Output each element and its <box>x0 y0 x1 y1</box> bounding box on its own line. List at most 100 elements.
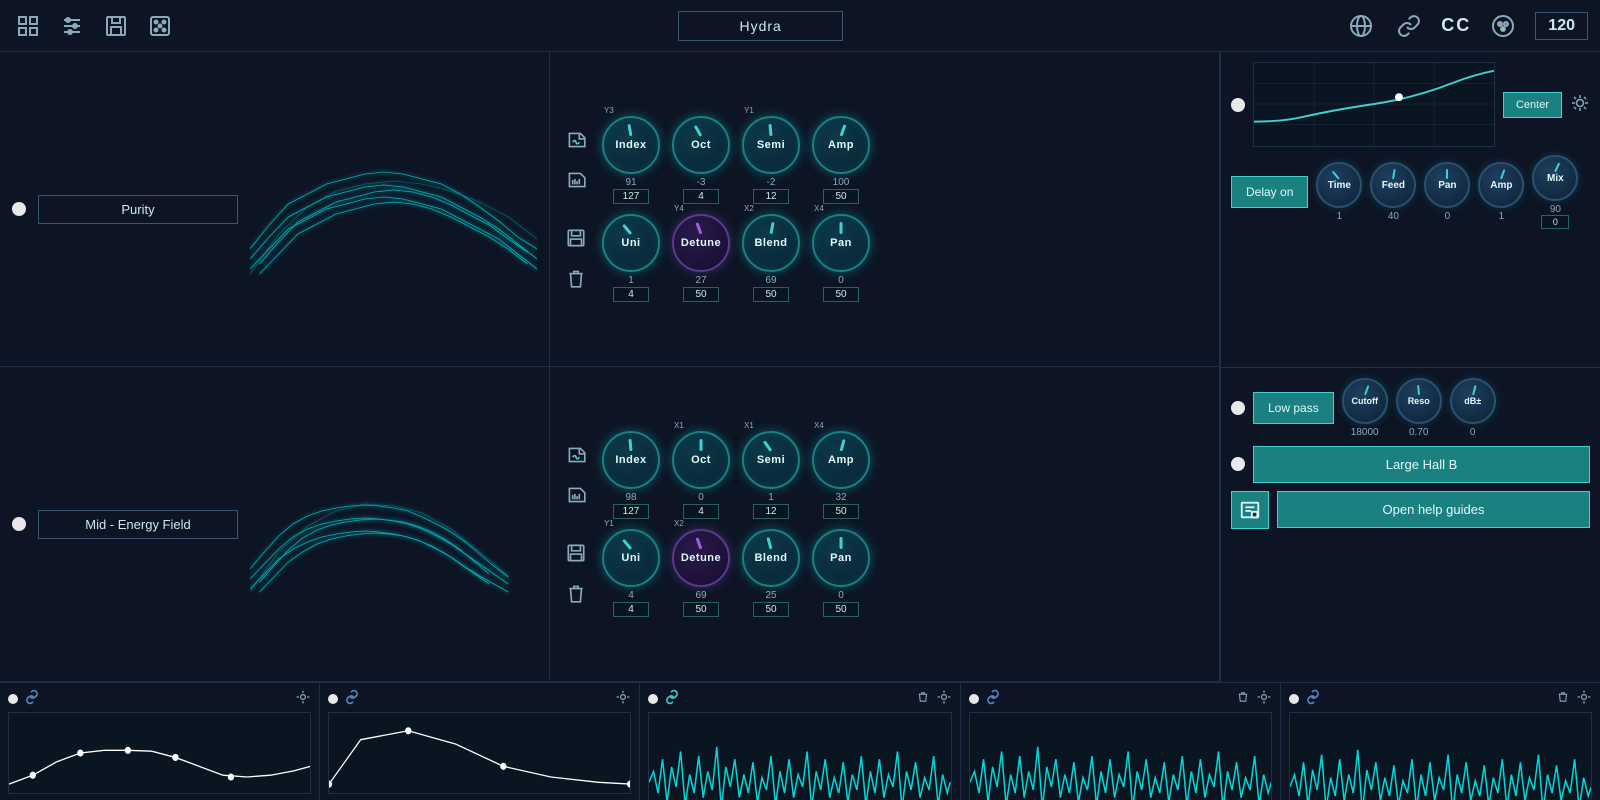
save-patch2-icon[interactable] <box>562 539 590 567</box>
center-button[interactable]: Center <box>1503 92 1562 118</box>
pan-right-knob: Pan 0 <box>1424 162 1470 222</box>
oct-knob[interactable]: Oct <box>672 116 730 174</box>
feed-knob: Feed 40 <box>1370 162 1416 222</box>
bottom-trash-3[interactable] <box>916 690 930 707</box>
uni-knob[interactable]: Uni <box>602 214 660 272</box>
panel2-semi-knob: X1 Semi 1 12 <box>742 431 800 519</box>
save-icon[interactable] <box>100 10 132 42</box>
panel2-pan-knob: Pan 0 50 <box>812 529 870 617</box>
panel2-indicator[interactable] <box>12 517 26 531</box>
panel2-name[interactable]: Mid - Energy Field <box>38 510 238 539</box>
bottom-ind-5[interactable] <box>1289 694 1299 704</box>
panel-purity: Purity <box>0 52 1220 367</box>
panel2-blend-knob: Blend 25 50 <box>742 529 800 617</box>
detune-knob2[interactable]: Detune <box>672 529 730 587</box>
semi-knob2[interactable]: Semi <box>742 431 800 489</box>
semi-knob[interactable]: Semi <box>742 116 800 174</box>
top-bar-right: CC 120 <box>1345 10 1588 42</box>
panel1-controls: Y3 Index 91 127 <box>550 52 1219 366</box>
time-knob: Time 1 <box>1316 162 1362 222</box>
trash-icon-p1[interactable] <box>562 264 590 292</box>
mix-right-knob: Mix 90 0 <box>1532 155 1578 229</box>
network-icon[interactable] <box>1345 10 1377 42</box>
app-title: Hydra <box>678 11 842 41</box>
panel1-pan-knob: X4 Pan 0 50 <box>812 214 870 302</box>
file-wave2-icon[interactable] <box>562 441 590 469</box>
reso-knob: Reso 0.70 <box>1396 378 1442 438</box>
bottom-ind-3[interactable] <box>648 694 658 704</box>
panel1-name[interactable]: Purity <box>38 195 238 224</box>
brightness-icon[interactable] <box>1570 93 1590 116</box>
bottom-sun-icon-3[interactable] <box>936 689 952 708</box>
panel1-row1-knobs: Y3 Index 91 127 <box>602 116 870 204</box>
bottom-sun-icon-4[interactable] <box>1256 689 1272 708</box>
bottom-sun-icon-1[interactable] <box>295 689 311 708</box>
bottom-sun-icon-5[interactable] <box>1576 689 1592 708</box>
panel2-controls: Index 98 127 X1 Oct <box>550 367 1219 681</box>
bottom-link-icon-3[interactable] <box>664 689 680 708</box>
db-knob: dB± 0 <box>1450 378 1496 438</box>
panel2-oct-knob: X1 Oct 0 4 <box>672 431 730 519</box>
filter-button[interactable]: Low pass <box>1253 392 1334 424</box>
bottom-sun-icon-2[interactable] <box>615 689 631 708</box>
bottom-ind-4[interactable] <box>969 694 979 704</box>
delay-button[interactable]: Delay on <box>1231 176 1308 208</box>
bottom-ind-2[interactable] <box>328 694 338 704</box>
bottom-graph-5 <box>1289 712 1592 800</box>
right-top-indicator[interactable] <box>1231 98 1245 112</box>
bottom-ind-1[interactable] <box>8 694 18 704</box>
detune-knob[interactable]: Detune <box>672 214 730 272</box>
bottom-link-icon-2[interactable] <box>344 689 360 708</box>
blend-knob[interactable]: Blend <box>742 214 800 272</box>
bottom-link-icon-4[interactable] <box>985 689 1001 708</box>
bottom-link-icon-5[interactable] <box>1305 689 1321 708</box>
amp-knob[interactable]: Amp <box>812 116 870 174</box>
file-wave-icon[interactable] <box>562 126 590 154</box>
panel2-uni-knob: Y1 Uni 4 4 <box>602 529 660 617</box>
bottom-link-icon-1[interactable] <box>24 689 40 708</box>
panel1-wave <box>250 129 537 289</box>
main-layout: Purity <box>0 52 1600 682</box>
right-reverb-indicator[interactable] <box>1231 457 1245 471</box>
panel1-amp-knob: Amp 100 50 <box>812 116 870 204</box>
trash-icon-p2[interactable] <box>562 579 590 607</box>
dice-icon[interactable] <box>144 10 176 42</box>
bottom-graph-4 <box>969 712 1272 800</box>
reverb-button[interactable]: Large Hall B <box>1253 446 1590 483</box>
pan-knob[interactable]: Pan <box>812 214 870 272</box>
top-bar: Hydra CC 120 <box>0 0 1600 52</box>
help-button[interactable]: Open help guides <box>1277 491 1590 528</box>
grid-icon[interactable] <box>12 10 44 42</box>
synth-panels: Purity <box>0 52 1220 682</box>
audio-file2-icon[interactable] <box>562 481 590 509</box>
right-bottom-indicator[interactable] <box>1231 401 1245 415</box>
bottom-graph-3 <box>648 712 951 800</box>
sticker-icon[interactable] <box>1231 491 1269 529</box>
amp-knob2[interactable]: Amp <box>812 431 870 489</box>
panel2-amp-knob: X4 Amp 32 50 <box>812 431 870 519</box>
index-knob2[interactable]: Index <box>602 431 660 489</box>
bottom-trash-5[interactable] <box>1556 690 1570 707</box>
link-icon[interactable] <box>1393 10 1425 42</box>
audio-file-icon[interactable] <box>562 166 590 194</box>
right-panel: Center Delay on Tim <box>1220 52 1600 682</box>
index-knob[interactable]: Index <box>602 116 660 174</box>
blend-knob2[interactable]: Blend <box>742 529 800 587</box>
pan-knob2[interactable]: Pan <box>812 529 870 587</box>
panel1-index-knob: Y3 Index 91 127 <box>602 116 660 204</box>
panel1-indicator[interactable] <box>12 202 26 216</box>
save-patch-icon[interactable] <box>562 224 590 252</box>
bottom-panel-1 <box>0 683 320 800</box>
oct-knob2[interactable]: Oct <box>672 431 730 489</box>
panel-mid-left: Mid - Energy Field <box>0 367 550 681</box>
palette-icon[interactable] <box>1487 10 1519 42</box>
mixer-icon[interactable] <box>56 10 88 42</box>
bpm-display[interactable]: 120 <box>1535 12 1588 40</box>
bottom-strip <box>0 682 1600 800</box>
panel1-blend-knob: X2 Blend 69 50 <box>742 214 800 302</box>
panel1-semi-knob: Y1 Semi -2 12 <box>742 116 800 204</box>
panel2-index-knob: Index 98 127 <box>602 431 660 519</box>
uni-knob2[interactable]: Uni <box>602 529 660 587</box>
bottom-panel-3 <box>640 683 960 800</box>
bottom-trash-4[interactable] <box>1236 690 1250 707</box>
